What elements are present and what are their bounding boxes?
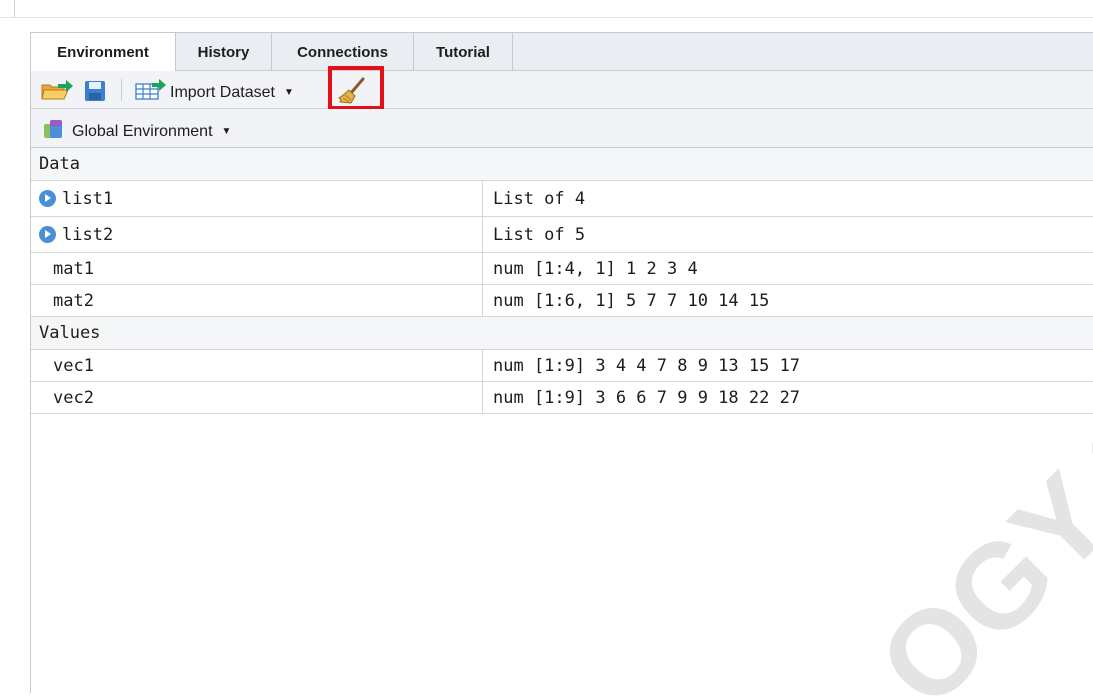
environment-pane: Environment History Connections Tutorial — [30, 32, 1093, 693]
variable-name-cell: vec2 — [31, 382, 483, 413]
environment-selector-bar: Global Environment ▼ — [31, 109, 1093, 148]
variable-value: num [1:9] 3 4 4 7 8 9 13 15 17 — [493, 355, 801, 376]
tab-tutorial[interactable]: Tutorial — [414, 33, 513, 71]
variable-value: num [1:6, 1] 5 7 7 10 14 15 — [493, 290, 770, 311]
environment-table: Data list1 List of 4 list2 List of 5 mat… — [31, 148, 1093, 414]
table-row[interactable]: list1 List of 4 — [31, 181, 1093, 217]
section-header-data: Data — [31, 148, 1093, 181]
environment-selector[interactable]: Global Environment ▼ — [42, 118, 231, 145]
variable-name: list1 — [62, 188, 114, 209]
environment-label: Global Environment — [72, 122, 213, 140]
expand-icon[interactable] — [39, 190, 56, 207]
import-table-icon — [134, 79, 168, 106]
section-header-values: Values — [31, 317, 1093, 350]
clear-workspace-highlight — [328, 66, 384, 110]
variable-name: list2 — [62, 224, 114, 245]
variable-value: List of 5 — [493, 224, 586, 245]
top-strip — [0, 0, 1093, 18]
window-edge — [14, 0, 15, 18]
variable-name: vec1 — [53, 355, 94, 376]
environment-cubes-icon — [42, 118, 64, 145]
expand-icon[interactable] — [39, 226, 56, 243]
environment-toolbar: Import Dataset ▼ — [31, 71, 1093, 109]
table-row[interactable]: mat2 num [1:6, 1] 5 7 7 10 14 15 — [31, 285, 1093, 317]
variable-value: num [1:9] 3 6 6 7 9 9 18 22 27 — [493, 387, 801, 408]
toolbar-separator — [121, 79, 122, 101]
table-row[interactable]: list2 List of 5 — [31, 217, 1093, 253]
table-row[interactable]: mat1 num [1:4, 1] 1 2 3 4 — [31, 253, 1093, 285]
tab-history[interactable]: History — [176, 33, 272, 71]
variable-name: mat1 — [53, 258, 94, 279]
table-row[interactable]: vec1 num [1:9] 3 4 4 7 8 9 13 15 17 — [31, 350, 1093, 382]
variable-name-cell: mat2 — [31, 285, 483, 316]
tab-bar: Environment History Connections Tutorial — [31, 33, 1093, 72]
chevron-down-icon: ▼ — [283, 87, 294, 98]
import-dataset-button[interactable]: Import Dataset ▼ — [134, 79, 294, 106]
variable-name: vec2 — [53, 387, 94, 408]
import-dataset-label: Import Dataset — [170, 83, 275, 101]
variable-name-cell: vec1 — [31, 350, 483, 381]
variable-name-cell: list2 — [31, 217, 483, 252]
save-icon[interactable] — [84, 80, 106, 102]
chevron-down-icon: ▼ — [221, 126, 232, 137]
table-row[interactable]: vec2 num [1:9] 3 6 6 7 9 9 18 22 27 — [31, 382, 1093, 414]
variable-name-cell: mat1 — [31, 253, 483, 284]
variable-value: List of 4 — [493, 188, 586, 209]
folder-open-icon[interactable] — [40, 79, 74, 101]
variable-name: mat2 — [53, 290, 94, 311]
variable-value: num [1:4, 1] 1 2 3 4 — [493, 258, 698, 279]
variable-name-cell: list1 — [31, 181, 483, 216]
tab-environment[interactable]: Environment — [31, 33, 176, 72]
